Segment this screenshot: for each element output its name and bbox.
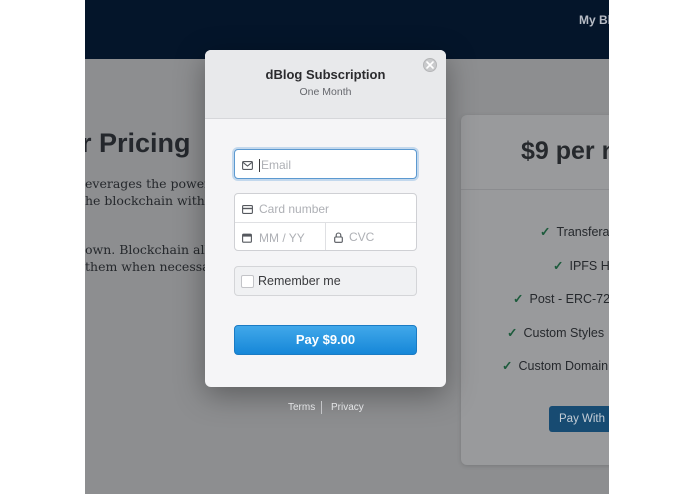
modal-title: dBlog Subscription [265, 67, 386, 82]
pricing-paragraph-line: he blockchain with l [85, 193, 213, 208]
field-divider [325, 222, 326, 250]
pay-with-button[interactable]: Pay With [549, 406, 609, 432]
check-icon: ✓ [553, 259, 564, 273]
card-number-placeholder: Card number [259, 202, 330, 216]
feature-label: Transfera [556, 225, 609, 239]
cvc-placeholder: CVC [349, 230, 375, 244]
envelope-icon [242, 160, 253, 170]
pricing-paragraph-line: everages the power o [85, 176, 222, 191]
feature-label: Custom Domain [518, 359, 609, 373]
price-card-divider [461, 189, 609, 190]
expiry-placeholder: MM / YY [259, 231, 305, 245]
expiry-field[interactable]: MM / YY [242, 231, 305, 245]
email-field[interactable]: Email [234, 149, 417, 179]
link-separator [321, 401, 322, 414]
pricing-paragraph-line: them when necessar [85, 259, 216, 274]
feature-item: ✓ Transfera [540, 224, 609, 239]
nav-link-my-blog: My Bl [579, 13, 609, 27]
feature-item: ✓ IPFS H [553, 258, 609, 273]
feature-item: ✓ Custom Domain [502, 358, 608, 373]
cvc-field[interactable]: CVC [334, 230, 374, 244]
terms-link[interactable]: Terms [288, 402, 315, 413]
remember-me-option[interactable]: Remember me [234, 266, 417, 296]
check-icon: ✓ [513, 292, 524, 306]
price-title: $9 per n [521, 137, 609, 165]
modal-header: dBlog Subscription One Month [205, 50, 446, 119]
lock-icon [334, 231, 343, 243]
feature-label: Post - ERC-72 [529, 292, 609, 306]
close-button[interactable] [423, 58, 437, 72]
email-placeholder: Email [261, 158, 292, 172]
screen: My Bl r Pricing everages the power o he … [0, 0, 695, 494]
feature-item: ✓ Post - ERC-72 [513, 291, 609, 306]
check-icon: ✓ [507, 326, 518, 340]
credit-card-icon [242, 204, 253, 214]
privacy-link[interactable]: Privacy [331, 402, 364, 413]
feature-label: IPFS H [569, 259, 609, 273]
text-caret [259, 158, 260, 172]
feature-label: Custom Styles [523, 326, 605, 340]
checkout-modal: dBlog Subscription One Month Email Card … [205, 50, 446, 387]
pay-button[interactable]: Pay $9.00 [234, 325, 417, 355]
check-icon: ✓ [502, 359, 513, 373]
close-icon [426, 61, 434, 69]
remember-me-checkbox[interactable] [241, 275, 254, 288]
calendar-icon [242, 233, 252, 243]
check-icon: ✓ [540, 225, 551, 239]
pricing-heading: r Pricing [85, 128, 191, 158]
card-number-field[interactable]: Card number [242, 202, 329, 216]
modal-subtitle: One Month [299, 86, 352, 98]
feature-item: ✓ Custom Styles [507, 325, 604, 340]
remember-me-label: Remember me [258, 274, 341, 288]
card-details-group: Card number MM / YY CVC [234, 193, 417, 251]
